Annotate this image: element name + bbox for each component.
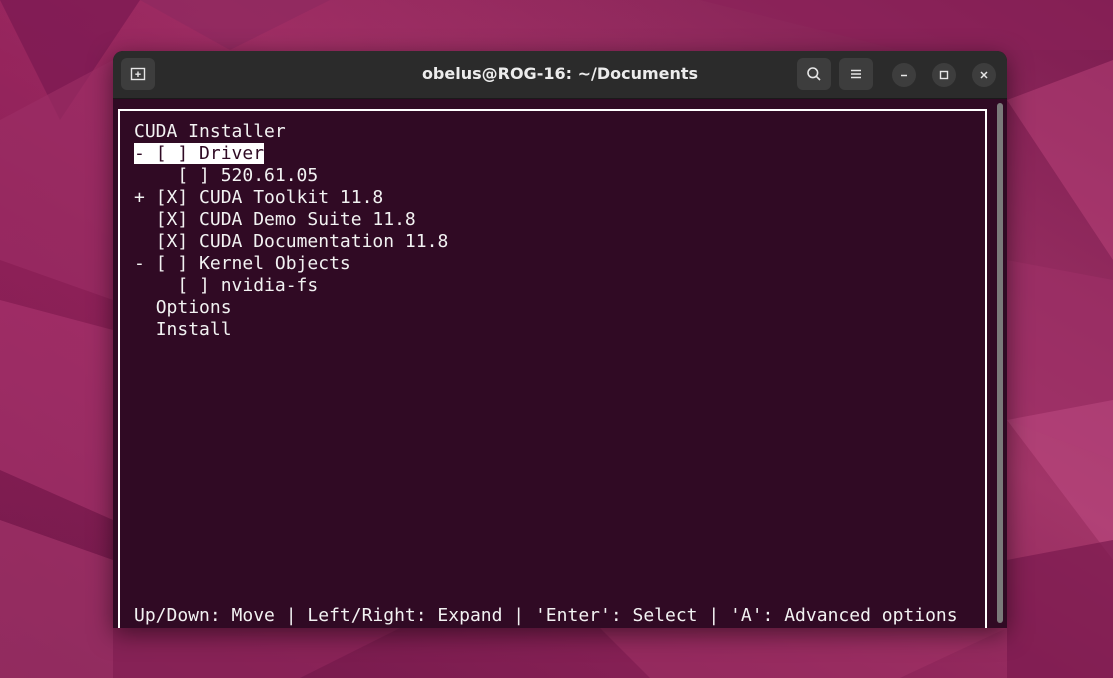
menu-button[interactable] [839, 58, 873, 90]
maximize-button[interactable] [932, 63, 956, 87]
tree-item-kernel-objects[interactable]: - [ ] Kernel Objects [134, 253, 351, 275]
tree-item-cuda-documentation[interactable]: [X] CUDA Documentation 11.8 [134, 231, 449, 253]
title-bar[interactable]: obelus@ROG-16: ~/Documents [113, 51, 1007, 99]
minimize-icon [901, 74, 907, 77]
search-icon [807, 67, 821, 81]
keyboard-help-text: Up/Down: Move | Left/Right: Expand | 'En… [134, 605, 958, 626]
minimize-button[interactable] [892, 63, 916, 87]
search-button[interactable] [797, 58, 831, 90]
menu-item-options[interactable]: Options [134, 297, 232, 319]
hamburger-menu-icon [851, 69, 861, 79]
installer-heading: CUDA Installer [134, 121, 286, 142]
tree-item-cuda-toolkit[interactable]: + [X] CUDA Toolkit 11.8 [134, 187, 383, 209]
terminal-window: obelus@ROG-16: ~/Documents CUDA Installe… [113, 51, 1007, 628]
scrollbar[interactable] [997, 103, 1003, 623]
tree-item-driver-text: - [ ] Driver [134, 143, 265, 164]
tree-item-driver-version[interactable]: [ ] 520.61.05 [134, 165, 318, 187]
tree-item-driver[interactable]: - [ ] Driver [134, 143, 265, 165]
menu-item-install[interactable]: Install [134, 319, 232, 341]
maximize-icon [939, 70, 949, 80]
tree-item-nvidia-fs[interactable]: [ ] nvidia-fs [134, 275, 318, 297]
close-icon [980, 71, 988, 79]
close-button[interactable] [972, 63, 996, 87]
tree-item-cuda-demo-suite[interactable]: [X] CUDA Demo Suite 11.8 [134, 209, 416, 231]
